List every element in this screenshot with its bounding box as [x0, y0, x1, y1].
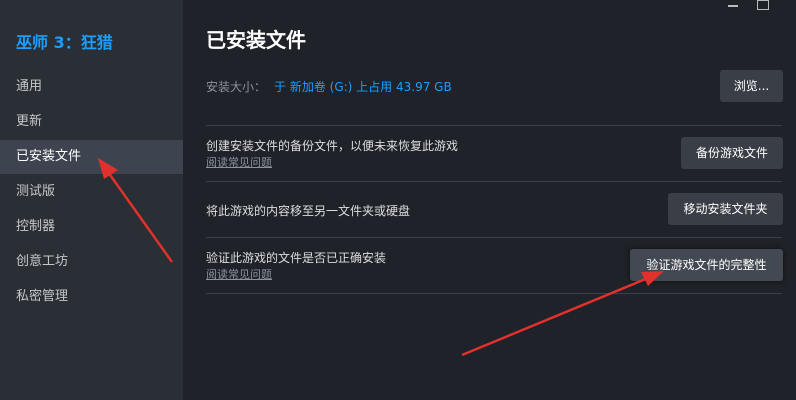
install-size-row: 安装大小： 于 新加卷 (G:) 上占用 43.97 GB: [206, 78, 452, 95]
backup-faq-link[interactable]: 阅读常见问题: [206, 154, 272, 170]
divider: [206, 237, 782, 238]
backup-game-files-button[interactable]: 备份游戏文件: [681, 137, 783, 169]
backup-description: 创建安装文件的备份文件，以便未来恢复此游戏: [206, 139, 459, 153]
install-size-label: 安装大小：: [206, 80, 267, 94]
annotation-arrow-verify: [461, 271, 664, 357]
page-title: 已安装文件: [206, 28, 306, 52]
divider: [206, 181, 782, 182]
game-title: 巫师 3：狂猎: [16, 33, 113, 52]
maximize-icon[interactable]: [751, 0, 775, 14]
minimize-icon[interactable]: [721, 0, 745, 14]
verify-description: 验证此游戏的文件是否已正确安装: [206, 251, 387, 265]
verify-integrity-button[interactable]: 验证游戏文件的完整性: [630, 249, 783, 281]
sidebar-item-betas[interactable]: 测试版: [0, 175, 183, 209]
sidebar-item-controller[interactable]: 控制器: [0, 210, 183, 244]
divider: [206, 125, 782, 126]
browse-button[interactable]: 浏览...: [720, 70, 783, 102]
install-size-value: 于 新加卷 (G:) 上占用 43.97 GB: [274, 80, 452, 94]
sidebar-item-privacy[interactable]: 私密管理: [0, 280, 183, 314]
sidebar-item-installed-files[interactable]: 已安装文件: [0, 140, 183, 174]
verify-faq-link[interactable]: 阅读常见问题: [206, 266, 272, 282]
sidebar-item-workshop[interactable]: 创意工坊: [0, 245, 183, 279]
sidebar-item-updates[interactable]: 更新: [0, 105, 183, 139]
sidebar: 巫师 3：狂猎 通用 更新 已安装文件 测试版 控制器 创意工坊 私密管理: [0, 0, 183, 400]
sidebar-item-general[interactable]: 通用: [0, 70, 183, 104]
divider: [206, 293, 782, 294]
move-install-folder-button[interactable]: 移动安装文件夹: [668, 193, 783, 225]
move-description: 将此游戏的内容移至另一文件夹或硬盘: [206, 204, 411, 218]
